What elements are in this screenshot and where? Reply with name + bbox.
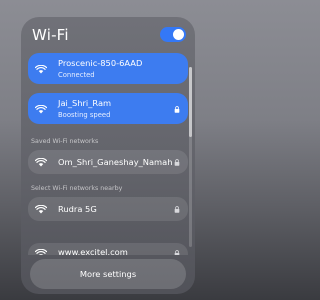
network-item-nearby[interactable]: Rudra 5G	[28, 197, 188, 221]
network-status: Connected	[58, 71, 95, 79]
lock-icon	[174, 206, 180, 213]
scrollbar-thumb[interactable]	[189, 67, 192, 137]
toggle-knob	[173, 29, 184, 40]
network-name: Om_Shri_Ganeshay_Namah	[58, 157, 173, 167]
network-item-boosting[interactable]: Jai_Shri_Ram Boosting speed	[28, 93, 188, 124]
wifi-icon	[35, 249, 47, 255]
more-settings-button[interactable]: More settings	[30, 259, 186, 289]
network-item-nearby[interactable]: www.excitel.com	[28, 243, 188, 255]
nearby-networks-label: Select Wi-Fi networks nearby	[31, 185, 123, 192]
network-item-saved[interactable]: Om_Shri_Ganeshay_Namah	[28, 150, 188, 174]
wifi-toggle[interactable]	[160, 27, 186, 42]
wifi-icon	[35, 205, 47, 214]
list-overflow-clip: www.excitel.com	[21, 243, 195, 255]
panel-title: Wi-Fi	[32, 26, 69, 44]
saved-networks-label: Saved Wi-Fi networks	[31, 138, 99, 145]
lock-icon	[174, 159, 180, 166]
scrollbar[interactable]	[189, 67, 192, 247]
lock-icon	[174, 250, 180, 255]
network-item-connected[interactable]: Proscenic-850-6AAD Connected	[28, 53, 188, 84]
network-name: www.excitel.com	[58, 247, 128, 255]
network-name: Rudra 5G	[58, 204, 97, 214]
wifi-icon	[35, 105, 47, 114]
network-name: Jai_Shri_Ram	[58, 98, 112, 108]
lock-icon	[174, 106, 180, 113]
network-name: Proscenic-850-6AAD	[58, 58, 143, 68]
wifi-icon	[35, 65, 47, 74]
wifi-panel: Wi-Fi Proscenic-850-6AAD Connected Jai_S…	[21, 17, 195, 294]
network-status: Boosting speed	[58, 111, 111, 119]
wifi-icon	[35, 158, 47, 167]
